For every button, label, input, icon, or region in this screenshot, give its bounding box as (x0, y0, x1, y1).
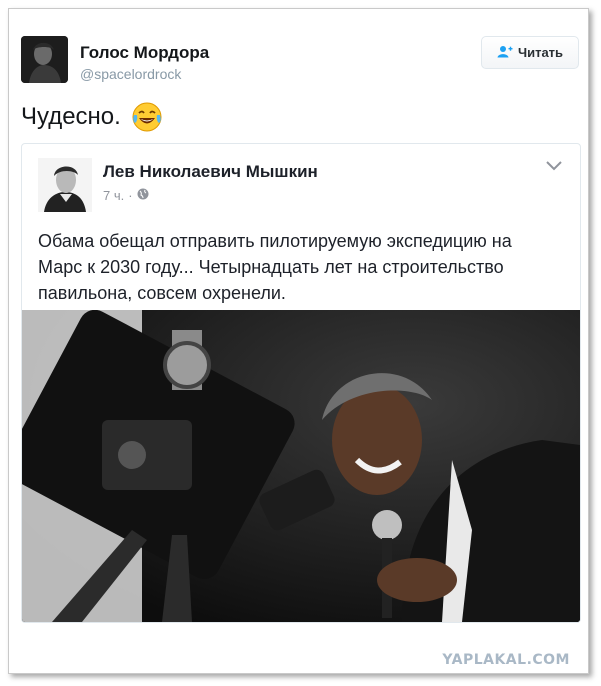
post-text: Обама обещал отправить пилотируемую эксп… (38, 231, 512, 303)
globe-icon (137, 188, 149, 203)
card-meta: 7 ч. · (103, 188, 149, 203)
author-handle[interactable]: @spacelordrock (80, 66, 181, 82)
chevron-down-icon[interactable] (546, 158, 562, 176)
screenshot-frame: Голос Мордора @spacelordrock Читать Чуде… (8, 8, 589, 674)
follow-label: Читать (517, 45, 564, 60)
tears-of-joy-emoji-icon (131, 101, 163, 133)
embedded-post-card[interactable]: Лев Николаевич Мышкин 7 ч. · Обама обеща… (21, 143, 581, 623)
post-photo[interactable] (22, 310, 580, 622)
meta-separator: · (128, 188, 133, 203)
card-author-name[interactable]: Лев Николаевич Мышкин (103, 162, 318, 182)
tweet-text: Чудесно. (21, 103, 121, 130)
tweet-text-row: Чудесно. (21, 101, 163, 133)
follow-button[interactable]: Читать (481, 36, 579, 69)
add-user-icon (497, 45, 513, 61)
author-name[interactable]: Голос Мордора (80, 43, 209, 63)
avatar[interactable] (21, 36, 68, 83)
card-avatar[interactable] (38, 158, 92, 212)
post-time[interactable]: 7 ч. (103, 188, 124, 203)
tweet: Голос Мордора @spacelordrock Читать Чуде… (9, 9, 588, 673)
watermark: YAPLAKAL.COM (442, 652, 570, 668)
